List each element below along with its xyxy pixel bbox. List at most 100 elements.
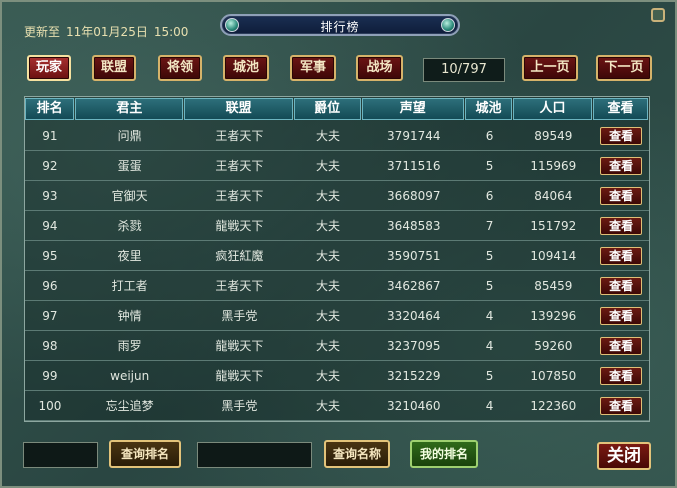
cities-cell: 7 bbox=[485, 219, 494, 233]
population-cell: 139296 bbox=[530, 309, 577, 323]
prestige-cell: 3320464 bbox=[387, 309, 441, 323]
view-cell: 查看 bbox=[593, 301, 649, 330]
population-cell: 151792 bbox=[530, 219, 577, 233]
table-row: 99 weijun 龍戦天下 大夫 3215229 5 107850 查看 bbox=[25, 361, 649, 391]
prestige-cell: 3791744 bbox=[387, 129, 441, 143]
header-cities: 城池 bbox=[464, 98, 513, 120]
lord-cell: 问鼎 bbox=[117, 129, 142, 143]
corner-ornament-icon bbox=[651, 8, 665, 22]
header-alliance: 联盟 bbox=[184, 98, 293, 120]
rank-cell: 94 bbox=[42, 219, 58, 233]
prestige-cell: 3462867 bbox=[387, 279, 441, 293]
update-time: 更新至 11年01月25日 15:00 bbox=[24, 23, 194, 40]
table-row: 94 杀戮 龍戦天下 大夫 3648583 7 151792 查看 bbox=[25, 211, 649, 241]
alliance-cell: 王者天下 bbox=[215, 189, 264, 203]
my-rank-button[interactable]: 我的排名 bbox=[410, 440, 478, 468]
rank-cell: 93 bbox=[42, 189, 58, 203]
close-button[interactable]: 关闭 bbox=[597, 442, 651, 470]
tab-general[interactable]: 将领 bbox=[158, 55, 202, 81]
alliance-cell: 王者天下 bbox=[215, 159, 264, 173]
search-rank-button[interactable]: 查询排名 bbox=[109, 440, 181, 468]
ranking-table: 排名 君主 联盟 爵位 声望 城池 人口 查看 91 问鼎 王者天下 大夫 379174… bbox=[24, 96, 650, 422]
prestige-cell: 3215229 bbox=[387, 369, 441, 383]
view-cell: 查看 bbox=[593, 181, 649, 210]
rank-cell: 99 bbox=[42, 369, 58, 383]
tab-battlefield[interactable]: 战场 bbox=[356, 55, 403, 81]
table-row: 100 忘尘追梦 黑手党 大夫 3210460 4 122360 查看 bbox=[25, 391, 649, 421]
cities-cell: 5 bbox=[485, 279, 494, 293]
view-button[interactable]: 查看 bbox=[600, 277, 643, 295]
next-page-button[interactable]: 下一页 bbox=[596, 55, 652, 81]
rank-cell: 100 bbox=[38, 399, 62, 413]
view-button[interactable]: 查看 bbox=[600, 127, 643, 145]
table-row: 95 夜里 疯狂紅魔 大夫 3590751 5 109414 查看 bbox=[25, 241, 649, 271]
prev-page-button[interactable]: 上一页 bbox=[522, 55, 578, 81]
tab-military[interactable]: 军事 bbox=[290, 55, 336, 81]
population-cell: 109414 bbox=[530, 249, 577, 263]
title-cell: 大夫 bbox=[316, 309, 341, 323]
rank-cell: 91 bbox=[42, 129, 58, 143]
rank-cell: 98 bbox=[42, 339, 58, 353]
table-header: 排名 君主 联盟 爵位 声望 城池 人口 查看 bbox=[25, 97, 649, 121]
cities-cell: 6 bbox=[485, 129, 494, 143]
view-cell: 查看 bbox=[593, 331, 649, 360]
alliance-cell: 王者天下 bbox=[215, 279, 264, 293]
cities-cell: 5 bbox=[485, 249, 494, 263]
search-name-button[interactable]: 查询名称 bbox=[324, 440, 390, 468]
window-title: 排行榜 bbox=[320, 20, 360, 34]
lord-cell: 杀戮 bbox=[117, 219, 142, 233]
population-cell: 89549 bbox=[534, 129, 573, 143]
header-population: 人口 bbox=[513, 98, 592, 120]
rank-cell: 95 bbox=[42, 249, 58, 263]
table-row: 93 官御天 王者天下 大夫 3668097 6 84064 查看 bbox=[25, 181, 649, 211]
title-cell: 大夫 bbox=[316, 129, 341, 143]
lord-cell: 雨罗 bbox=[117, 339, 142, 353]
alliance-cell: 龍戦天下 bbox=[215, 369, 264, 383]
lord-cell: 钟情 bbox=[117, 309, 142, 323]
prestige-cell: 3210460 bbox=[387, 399, 441, 413]
page-indicator: 10/797 bbox=[423, 58, 505, 82]
header-title: 爵位 bbox=[293, 98, 361, 120]
prestige-cell: 3711516 bbox=[387, 159, 441, 173]
name-search-input[interactable] bbox=[197, 442, 312, 468]
lord-cell: 打工者 bbox=[111, 279, 148, 293]
update-prefix: 更新至 bbox=[24, 25, 61, 39]
header-prestige: 声望 bbox=[361, 98, 464, 120]
header-rank: 排名 bbox=[25, 98, 75, 120]
view-button[interactable]: 查看 bbox=[600, 397, 643, 415]
table-row: 96 打工者 王者天下 大夫 3462867 5 85459 查看 bbox=[25, 271, 649, 301]
view-button[interactable]: 查看 bbox=[600, 367, 643, 385]
title-cell: 大夫 bbox=[316, 369, 341, 383]
alliance-cell: 黑手党 bbox=[221, 399, 258, 413]
view-button[interactable]: 查看 bbox=[600, 337, 643, 355]
view-button[interactable]: 查看 bbox=[600, 217, 643, 235]
cities-cell: 4 bbox=[485, 309, 494, 323]
view-button[interactable]: 查看 bbox=[600, 157, 643, 175]
rank-cell: 97 bbox=[42, 309, 58, 323]
view-button[interactable]: 查看 bbox=[600, 187, 643, 205]
table-row: 98 雨罗 龍戦天下 大夫 3237095 4 59260 查看 bbox=[25, 331, 649, 361]
table-body: 91 问鼎 王者天下 大夫 3791744 6 89549 查看 92 蛋蛋 王者天下 大夫 37115… bbox=[25, 121, 649, 421]
tab-city[interactable]: 城池 bbox=[223, 55, 269, 81]
lord-cell: 蛋蛋 bbox=[117, 159, 142, 173]
rank-search-input[interactable] bbox=[23, 442, 98, 468]
alliance-cell: 龍戦天下 bbox=[215, 339, 264, 353]
update-clock: 15:00 bbox=[153, 25, 189, 39]
title-right-ornament-icon bbox=[441, 18, 455, 32]
lord-cell: 夜里 bbox=[117, 249, 142, 263]
title-cell: 大夫 bbox=[316, 339, 341, 353]
view-cell: 查看 bbox=[593, 151, 649, 180]
population-cell: 85459 bbox=[534, 279, 573, 293]
alliance-cell: 龍戦天下 bbox=[215, 219, 264, 233]
prestige-cell: 3590751 bbox=[387, 249, 441, 263]
prestige-cell: 3648583 bbox=[387, 219, 441, 233]
cities-cell: 4 bbox=[485, 339, 494, 353]
view-button[interactable]: 查看 bbox=[600, 247, 643, 265]
lord-cell: weijun bbox=[110, 369, 150, 383]
view-cell: 查看 bbox=[593, 391, 649, 420]
view-button[interactable]: 查看 bbox=[600, 307, 643, 325]
alliance-cell: 王者天下 bbox=[215, 129, 264, 143]
title-cell: 大夫 bbox=[316, 279, 341, 293]
tab-alliance[interactable]: 联盟 bbox=[92, 55, 136, 81]
tab-player[interactable]: 玩家 bbox=[27, 55, 71, 81]
